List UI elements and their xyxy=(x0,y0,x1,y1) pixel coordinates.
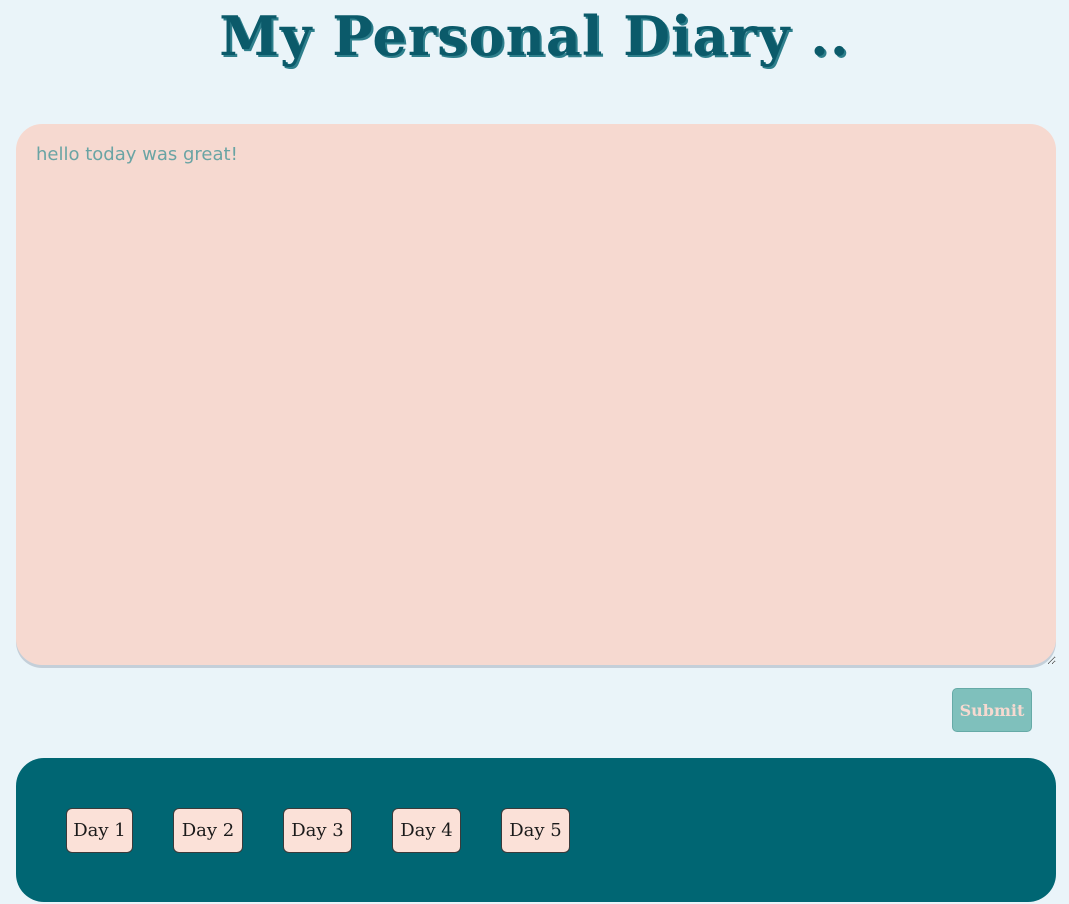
day-5-button[interactable]: Day 5 xyxy=(501,808,570,853)
submit-button[interactable]: Submit xyxy=(952,688,1032,732)
days-panel: Day 1 Day 2 Day 3 Day 4 Day 5 xyxy=(16,758,1056,902)
day-4-button[interactable]: Day 4 xyxy=(392,808,461,853)
day-2-button[interactable]: Day 2 xyxy=(173,808,243,853)
page-title: My Personal Diary .. xyxy=(219,4,850,68)
day-1-button[interactable]: Day 1 xyxy=(66,808,133,853)
day-3-button[interactable]: Day 3 xyxy=(283,808,352,853)
diary-page: My Personal Diary .. hello today was gre… xyxy=(0,0,1069,904)
diary-entry-textarea[interactable]: hello today was great! xyxy=(16,124,1056,665)
